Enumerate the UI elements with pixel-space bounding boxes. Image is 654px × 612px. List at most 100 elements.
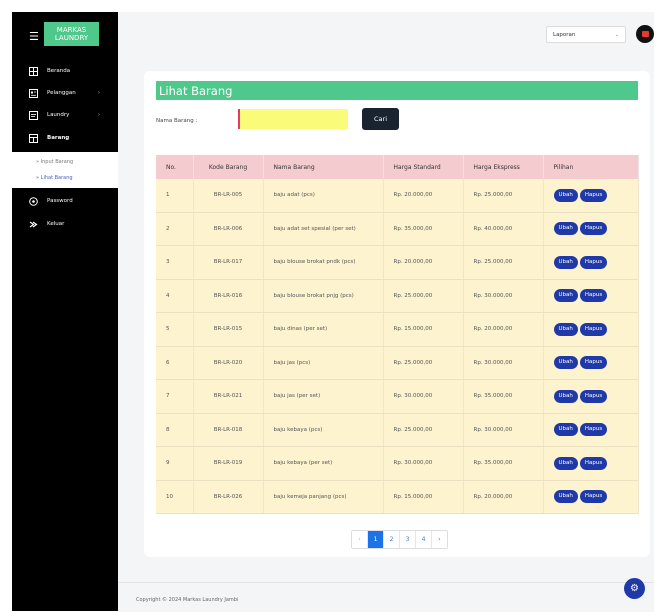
cell-standard: Rp. 20.000,00 xyxy=(383,245,464,280)
cell-nama: baju adat (pcs) xyxy=(263,179,384,213)
delete-button[interactable]: Hapus xyxy=(579,423,608,437)
cell-no: 7 xyxy=(156,379,194,414)
footer-copyright: Copyright © 2024 Markas Laundry Jambi xyxy=(136,597,239,603)
cell-ekspress: Rp. 40.000,00 xyxy=(463,212,544,246)
delete-button[interactable]: Hapus xyxy=(579,322,608,336)
cell-no: 1 xyxy=(156,179,194,213)
home-grid-icon xyxy=(28,66,38,76)
pagination-page-1[interactable]: 1 xyxy=(368,531,384,548)
sidebar-item-barang[interactable]: Barang xyxy=(12,129,118,147)
submenu-item-label: Lihat Barang xyxy=(40,175,73,181)
cell-ekspress: Rp. 30.000,00 xyxy=(463,346,544,380)
sidebar-item-label: Password xyxy=(47,198,73,204)
cell-no: 9 xyxy=(156,446,194,481)
sidebar-item-beranda[interactable]: Beranda xyxy=(12,62,118,80)
report-select[interactable]: Laporan ⌄ xyxy=(546,26,626,43)
cell-kode: BR-LR-021 xyxy=(193,379,264,414)
settings-fab[interactable]: ⚙ xyxy=(624,578,645,599)
delete-button[interactable]: Hapus xyxy=(579,289,608,303)
edit-button[interactable]: Ubah xyxy=(553,188,578,202)
hamburger-menu-icon[interactable]: ☰ xyxy=(29,31,39,42)
sidebar-item-pelanggan[interactable]: Pelanggan › xyxy=(12,84,118,102)
edit-button[interactable]: Ubah xyxy=(553,222,578,236)
search-button[interactable]: Cari xyxy=(362,108,399,130)
cell-no: 4 xyxy=(156,279,194,313)
edit-button[interactable]: Ubah xyxy=(553,356,578,370)
cell-nama: baju blouse brokat pndk (pcs) xyxy=(263,245,384,280)
cell-standard: Rp. 15.000,00 xyxy=(383,312,464,347)
delete-button[interactable]: Hapus xyxy=(579,356,608,370)
cell-no: 5 xyxy=(156,312,194,347)
table-row: 10 BR-LR-026 baju kemeja panjang (pcs) R… xyxy=(156,480,639,514)
cell-standard: Rp. 35.000,00 xyxy=(383,212,464,246)
table-row: 9 BR-LR-019 baju kebaya (per set) Rp. 30… xyxy=(156,446,639,481)
content-card: Lihat Barang Nama Barang : Cari No. Kode… xyxy=(144,71,650,557)
table-row: 8 BR-LR-018 baju kebaya (pcs) Rp. 25.000… xyxy=(156,413,639,447)
pagination: ‹ 1 2 3 4 › xyxy=(351,530,448,549)
cell-actions: Ubah Hapus xyxy=(543,480,639,514)
gear-icon: ⚙ xyxy=(630,583,639,594)
cell-standard: Rp. 30.000,00 xyxy=(383,379,464,414)
edit-button[interactable]: Ubah xyxy=(553,490,578,504)
search-input[interactable] xyxy=(238,109,348,129)
pagination-next[interactable]: › xyxy=(432,531,447,548)
password-gear-icon xyxy=(28,196,38,206)
edit-button[interactable]: Ubah xyxy=(553,456,578,470)
chevron-right-icon: › xyxy=(98,90,100,96)
delete-button[interactable]: Hapus xyxy=(579,389,608,403)
cell-actions: Ubah Hapus xyxy=(543,446,639,481)
cell-nama: baju kebaya (per set) xyxy=(263,446,384,481)
sidebar-item-laundry[interactable]: Laundry › xyxy=(12,106,118,124)
delete-button[interactable]: Hapus xyxy=(579,490,608,504)
app-root: ☰ MARKAS LAUNDRY Beranda Pelanggan › Lau… xyxy=(12,12,654,612)
cell-nama: baju adat set spesial (per set) xyxy=(263,212,384,246)
pagination-page-2[interactable]: 2 xyxy=(384,531,400,548)
submenu-item-input-barang[interactable]: » Input Barang xyxy=(36,159,73,165)
submenu-barang: » Input Barang » Lihat Barang xyxy=(12,152,118,188)
edit-button[interactable]: Ubah xyxy=(553,255,578,269)
cell-no: 6 xyxy=(156,346,194,380)
cell-nama: baju blouse brokat pnjg (pcs) xyxy=(263,279,384,313)
brand-line-2: LAUNDRY xyxy=(54,34,89,42)
table-row: 6 BR-LR-020 baju jas (pcs) Rp. 25.000,00… xyxy=(156,346,639,380)
edit-button[interactable]: Ubah xyxy=(553,289,578,303)
delete-button[interactable]: Hapus xyxy=(579,255,608,269)
avatar[interactable] xyxy=(636,25,654,43)
submenu-item-lihat-barang[interactable]: » Lihat Barang xyxy=(36,175,73,181)
sidebar-item-keluar[interactable]: Keluar xyxy=(12,215,118,233)
cell-standard: Rp. 20.000,00 xyxy=(383,179,464,213)
edit-button[interactable]: Ubah xyxy=(553,322,578,336)
cell-nama: baju dinas (per set) xyxy=(263,312,384,347)
sidebar-item-label: Keluar xyxy=(47,221,65,227)
chevron-down-icon: ⌄ xyxy=(614,31,619,38)
pagination-prev[interactable]: ‹ xyxy=(352,531,368,548)
pagination-page-4[interactable]: 4 xyxy=(416,531,432,548)
cell-no: 2 xyxy=(156,212,194,246)
user-avatar-icon xyxy=(641,31,649,37)
cell-actions: Ubah Hapus xyxy=(543,179,639,213)
edit-button[interactable]: Ubah xyxy=(553,389,578,403)
cell-ekspress: Rp. 35.000,00 xyxy=(463,446,544,481)
table-row: 5 BR-LR-015 baju dinas (per set) Rp. 15.… xyxy=(156,312,639,347)
chevron-right-icon: › xyxy=(98,112,100,118)
items-table: No. Kode Barang Nama Barang Harga Standa… xyxy=(156,155,639,514)
sidebar-item-password[interactable]: Password xyxy=(12,192,118,210)
cell-nama: baju kebaya (pcs) xyxy=(263,413,384,447)
cell-kode: BR-LR-005 xyxy=(193,179,264,213)
delete-button[interactable]: Hapus xyxy=(579,222,608,236)
cell-ekspress: Rp. 20.000,00 xyxy=(463,480,544,514)
cell-kode: BR-LR-016 xyxy=(193,279,264,313)
table-row: 2 BR-LR-006 baju adat set spesial (per s… xyxy=(156,212,639,246)
table-row: 3 BR-LR-017 baju blouse brokat pndk (pcs… xyxy=(156,245,639,280)
cell-nama: baju jas (pcs) xyxy=(263,346,384,380)
pagination-page-3[interactable]: 3 xyxy=(400,531,416,548)
delete-button[interactable]: Hapus xyxy=(579,188,608,202)
cell-ekspress: Rp. 20.000,00 xyxy=(463,312,544,347)
cell-kode: BR-LR-015 xyxy=(193,312,264,347)
table-row: 4 BR-LR-016 baju blouse brokat pnjg (pcs… xyxy=(156,279,639,313)
sidebar-item-label: Beranda xyxy=(47,68,71,74)
brand-logo[interactable]: MARKAS LAUNDRY xyxy=(44,22,99,46)
edit-button[interactable]: Ubah xyxy=(553,423,578,437)
delete-button[interactable]: Hapus xyxy=(579,456,608,470)
sidebar-item-label: Barang xyxy=(47,135,70,141)
